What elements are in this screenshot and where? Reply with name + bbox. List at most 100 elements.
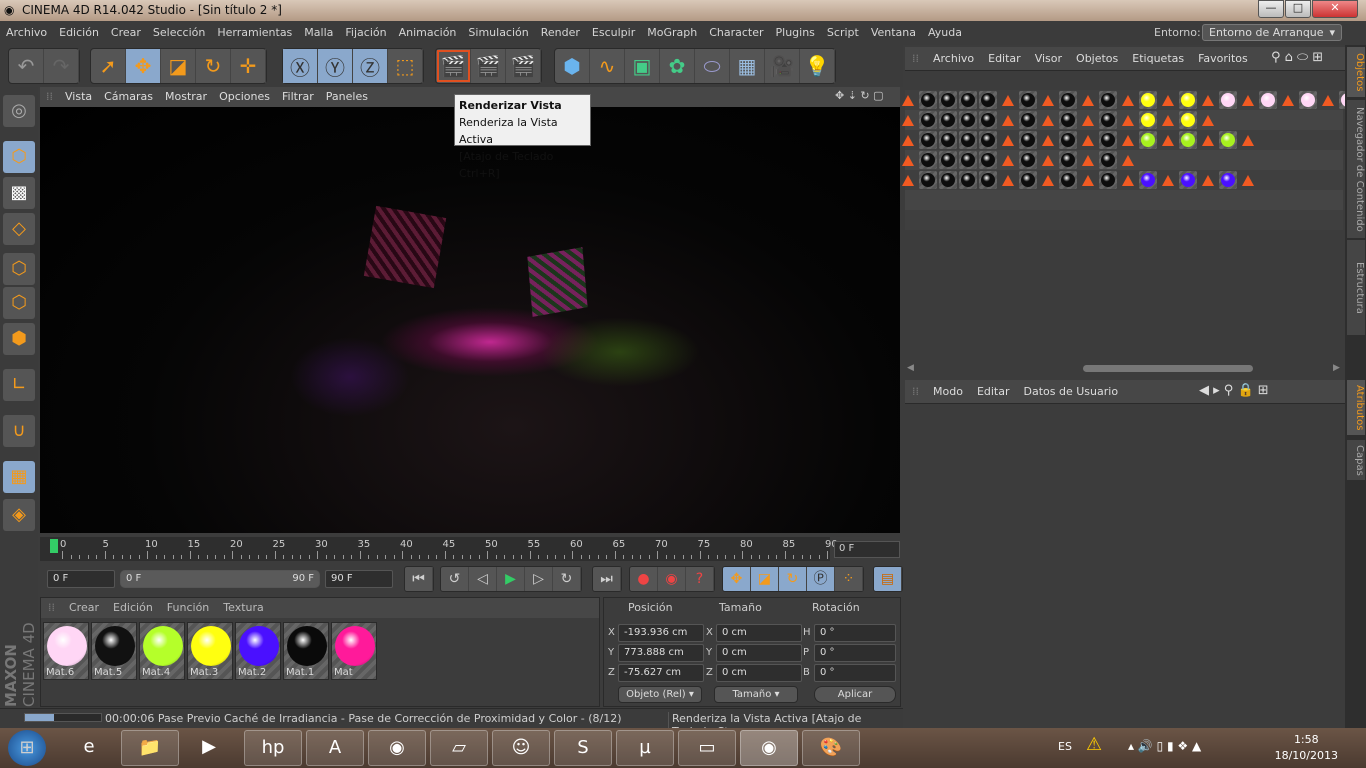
locked-workplane-icon[interactable]: ◈ — [3, 499, 35, 531]
coord-mode-select[interactable]: Objeto (Rel) ▾ — [618, 686, 702, 703]
move-icon[interactable]: ✥ — [126, 49, 161, 83]
goto-end-button[interactable]: ⏭ — [592, 566, 622, 592]
explorer-icon[interactable]: 📁 — [121, 730, 179, 766]
play-icon[interactable]: ▶ — [497, 567, 525, 591]
goto-start-button[interactable]: ⏮ — [404, 566, 434, 592]
workplane-icon[interactable]: ◇ — [3, 213, 35, 245]
phong-tag-icon[interactable] — [1119, 151, 1137, 169]
menu-simulación[interactable]: Simulación — [462, 21, 534, 44]
select-icon[interactable]: ➚ — [91, 49, 126, 83]
side-tab-2[interactable]: Estructura — [1347, 240, 1365, 335]
phong-tag-icon[interactable] — [1039, 171, 1057, 189]
phong-tag-icon[interactable] — [1119, 171, 1137, 189]
material-tag-icon[interactable] — [979, 91, 997, 109]
render-settings-icon[interactable]: 🎬 — [506, 49, 541, 83]
side-tab-0[interactable]: Objetos — [1347, 47, 1365, 97]
material-tag-icon[interactable] — [1099, 111, 1117, 129]
phong-tag-icon[interactable] — [1279, 91, 1297, 109]
rotation-field[interactable]: 0 ° — [814, 644, 896, 662]
key-scale-icon[interactable]: ◪ — [751, 567, 779, 591]
material-tag-icon[interactable] — [1059, 111, 1077, 129]
deformer-icon[interactable]: ⬭ — [695, 49, 730, 83]
attribute-manager-icons[interactable]: ◀ ▸ ⚲ 🔒 ⊞ — [1199, 383, 1269, 398]
side-tab-1[interactable]: Navegador de Contenido — [1347, 100, 1365, 238]
start-button[interactable]: ⊞ — [8, 730, 46, 766]
material-tag-icon[interactable] — [1139, 131, 1157, 149]
menu-herramientas[interactable]: Herramientas — [211, 21, 298, 44]
cube-icon[interactable]: ⬢ — [555, 49, 590, 83]
menu-render[interactable]: Render — [535, 21, 586, 44]
phong-tag-icon[interactable] — [1239, 131, 1257, 149]
end-frame-field[interactable]: 90 F — [325, 570, 393, 588]
material-tag-icon[interactable] — [1099, 131, 1117, 149]
material-tag-icon[interactable] — [1099, 151, 1117, 169]
action-center-icon[interactable]: ⚠ — [1086, 734, 1102, 755]
menu-mograph[interactable]: MoGraph — [641, 21, 703, 44]
goto-end-icon[interactable]: ⏭ — [593, 567, 621, 591]
material-tag-icon[interactable] — [1219, 91, 1237, 109]
coordinate-system-icon[interactable]: ⬚ — [388, 49, 423, 83]
material-swatch[interactable]: Mat — [331, 622, 377, 680]
object-list[interactable] — [902, 90, 1357, 230]
light-icon[interactable]: 💡 — [800, 49, 835, 83]
material-tag-icon[interactable] — [939, 131, 957, 149]
menu-ventana[interactable]: Ventana — [865, 21, 922, 44]
phong-tag-icon[interactable] — [1079, 171, 1097, 189]
floor-icon[interactable]: ▦ — [730, 49, 765, 83]
menu-malla[interactable]: Malla — [298, 21, 339, 44]
material-tag-icon[interactable] — [919, 131, 937, 149]
menu-selección[interactable]: Selección — [147, 21, 211, 44]
menu-fijación[interactable]: Fijación — [339, 21, 392, 44]
phong-tag-icon[interactable] — [1199, 111, 1217, 129]
phong-tag-icon[interactable] — [1079, 91, 1097, 109]
phong-tag-icon[interactable] — [1199, 131, 1217, 149]
material-tag-icon[interactable] — [1259, 91, 1277, 109]
render-picture-viewer-icon[interactable]: 🎬 — [471, 49, 506, 83]
material-tag-icon[interactable] — [919, 91, 937, 109]
object-menu-item[interactable]: Objetos — [1069, 47, 1125, 70]
phong-tag-icon[interactable] — [999, 91, 1017, 109]
material-swatch[interactable]: Mat.6 — [43, 622, 89, 680]
viewport-menu-item[interactable]: Vista — [59, 87, 98, 106]
close-button[interactable]: ✕ — [1312, 0, 1358, 18]
object-manager-icons[interactable]: ⚲ ⌂ ⬭ ⊞ — [1271, 50, 1323, 65]
phong-tag-icon[interactable] — [1159, 171, 1177, 189]
spline-icon[interactable]: ∿ — [590, 49, 625, 83]
mograph-cloner-icon[interactable]: ✿ — [660, 49, 695, 83]
material-menu-item[interactable]: Edición — [106, 598, 160, 617]
phong-tag-icon[interactable] — [1239, 171, 1257, 189]
material-tag-icon[interactable] — [939, 171, 957, 189]
z-axis-icon[interactable]: Ⓩ — [353, 49, 388, 83]
menu-archivo[interactable]: Archivo — [0, 21, 53, 44]
phong-tag-icon[interactable] — [1199, 171, 1217, 189]
clock[interactable]: 1:58 18/10/2013 — [1275, 732, 1338, 764]
material-tag-icon[interactable] — [1179, 111, 1197, 129]
material-tag-icon[interactable] — [1019, 131, 1037, 149]
object-menu-item[interactable]: Visor — [1028, 47, 1069, 70]
drag-handle[interactable]: ⁞⁞ — [40, 87, 59, 106]
rotation-field[interactable]: 0 ° — [814, 664, 896, 682]
side-tab-3[interactable]: Atributos — [1347, 380, 1365, 435]
phong-tag-icon[interactable] — [899, 131, 917, 149]
phong-tag-icon[interactable] — [899, 151, 917, 169]
material-tag-icon[interactable] — [1179, 91, 1197, 109]
hp-icon[interactable]: hp — [244, 730, 302, 766]
material-tag-icon[interactable] — [1139, 111, 1157, 129]
next-key-icon[interactable]: ↻ — [553, 567, 581, 591]
phong-tag-icon[interactable] — [1159, 111, 1177, 129]
material-tag-icon[interactable] — [919, 151, 937, 169]
phong-tag-icon[interactable] — [1239, 91, 1257, 109]
timeline-ruler[interactable]: 0 5 10 15 20 25 30 35 40 45 50 55 60 65 70 75 80 85 90 — [40, 537, 838, 561]
material-menu-item[interactable]: Crear — [62, 598, 106, 617]
drag-handle[interactable]: ⁞⁞ — [905, 47, 926, 70]
material-tag-icon[interactable] — [1139, 171, 1157, 189]
viewport-menu-item[interactable]: Mostrar — [159, 87, 213, 106]
side-tab-4[interactable]: Capas — [1347, 440, 1365, 480]
material-menu-item[interactable]: Textura — [216, 598, 270, 617]
size-field[interactable]: 0 cm — [716, 624, 802, 642]
material-tag-icon[interactable] — [1019, 91, 1037, 109]
material-tag-icon[interactable] — [979, 131, 997, 149]
phong-tag-icon[interactable] — [899, 111, 917, 129]
rotation-field[interactable]: 0 ° — [814, 624, 896, 642]
material-tag-icon[interactable] — [1059, 91, 1077, 109]
